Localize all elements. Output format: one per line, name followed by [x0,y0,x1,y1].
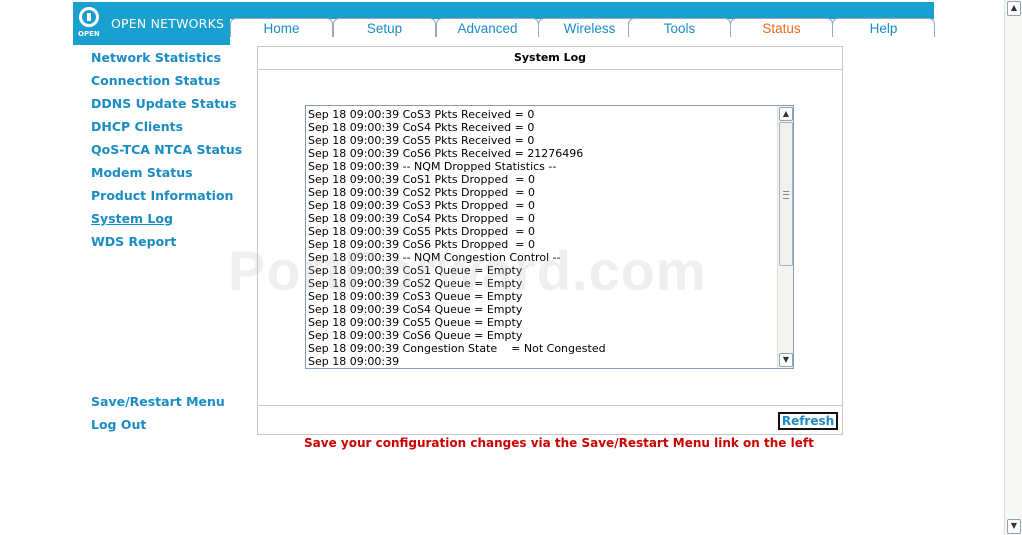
tab-wireless[interactable]: Wireless [538,18,641,37]
panel-footer: Refresh [258,405,842,434]
sidebar-item-save-restart-menu[interactable]: Save/Restart Menu [91,394,225,409]
brand-name: OPEN NETWORKS [111,16,225,31]
sidebar-item-wds-report[interactable]: WDS Report [91,234,176,249]
panel-title: System Log [258,47,842,70]
sidebar-item-ddns-update-status[interactable]: DDNS Update Status [91,96,237,111]
tab-home[interactable]: Home [230,18,333,37]
sidebar-item-network-statistics[interactable]: Network Statistics [91,50,221,65]
open-logo-icon: OPEN [77,2,103,45]
window-scrollbar[interactable]: ▲ ▼ [1004,0,1022,535]
scroll-up-icon[interactable]: ▲ [779,107,793,121]
save-config-warning: Save your configuration changes via the … [304,436,814,450]
sidebar-item-modem-status[interactable]: Modem Status [91,165,193,180]
refresh-button[interactable]: Refresh [778,412,838,430]
log-content: Sep 18 09:00:39 CoS3 Pkts Received = 0 S… [308,108,606,368]
system-log-textarea[interactable]: Sep 18 09:00:39 CoS3 Pkts Received = 0 S… [305,105,794,369]
tab-setup[interactable]: Setup [333,18,436,37]
sidebar-item-system-log[interactable]: System Log [91,211,173,226]
tab-advanced[interactable]: Advanced [436,18,539,37]
window-scroll-up-icon[interactable]: ▲ [1007,1,1021,16]
sidebar-item-connection-status[interactable]: Connection Status [91,73,220,88]
scroll-thumb[interactable] [779,122,793,266]
sidebar-item-log-out[interactable]: Log Out [91,417,146,432]
log-scrollbar[interactable]: ▲ ▼ [777,106,793,368]
sidebar-item-product-information[interactable]: Product Information [91,188,233,203]
window-scroll-down-icon[interactable]: ▼ [1007,519,1021,534]
tab-status[interactable]: Status [730,18,833,37]
tab-help[interactable]: Help [832,18,935,37]
scroll-down-icon[interactable]: ▼ [779,353,793,367]
sidebar-item-qos-tca-ntca-status[interactable]: QoS-TCA NTCA Status [91,142,242,157]
sidebar-item-dhcp-clients[interactable]: DHCP Clients [91,119,183,134]
brand-logo: OPEN OPEN NETWORKS [73,2,230,45]
logo-mark-text: OPEN [78,30,100,38]
tab-tools[interactable]: Tools [628,18,731,37]
top-banner [230,2,934,19]
